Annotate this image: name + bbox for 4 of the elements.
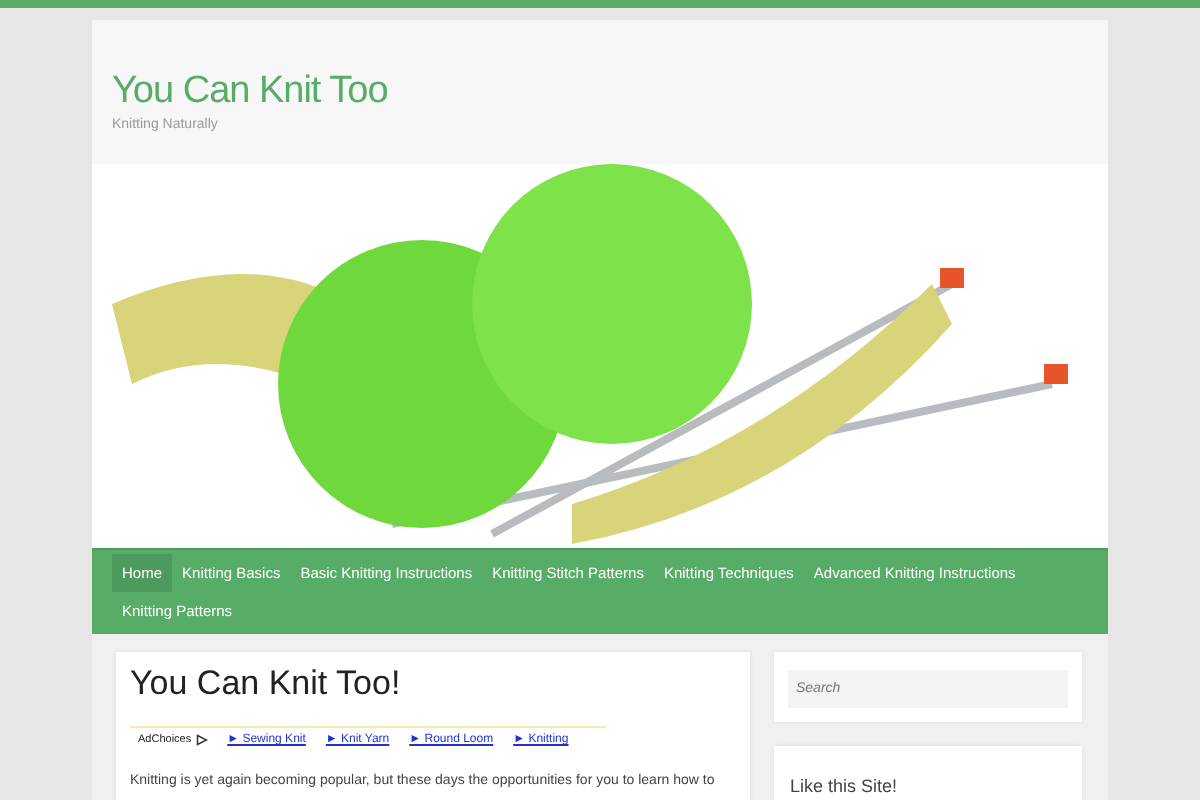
play-icon — [195, 734, 208, 746]
site-title[interactable]: You Can Knit Too — [112, 70, 1088, 114]
post-title: You Can Knit Too! — [130, 662, 403, 706]
widget-title: Like this Site! — [790, 776, 898, 796]
